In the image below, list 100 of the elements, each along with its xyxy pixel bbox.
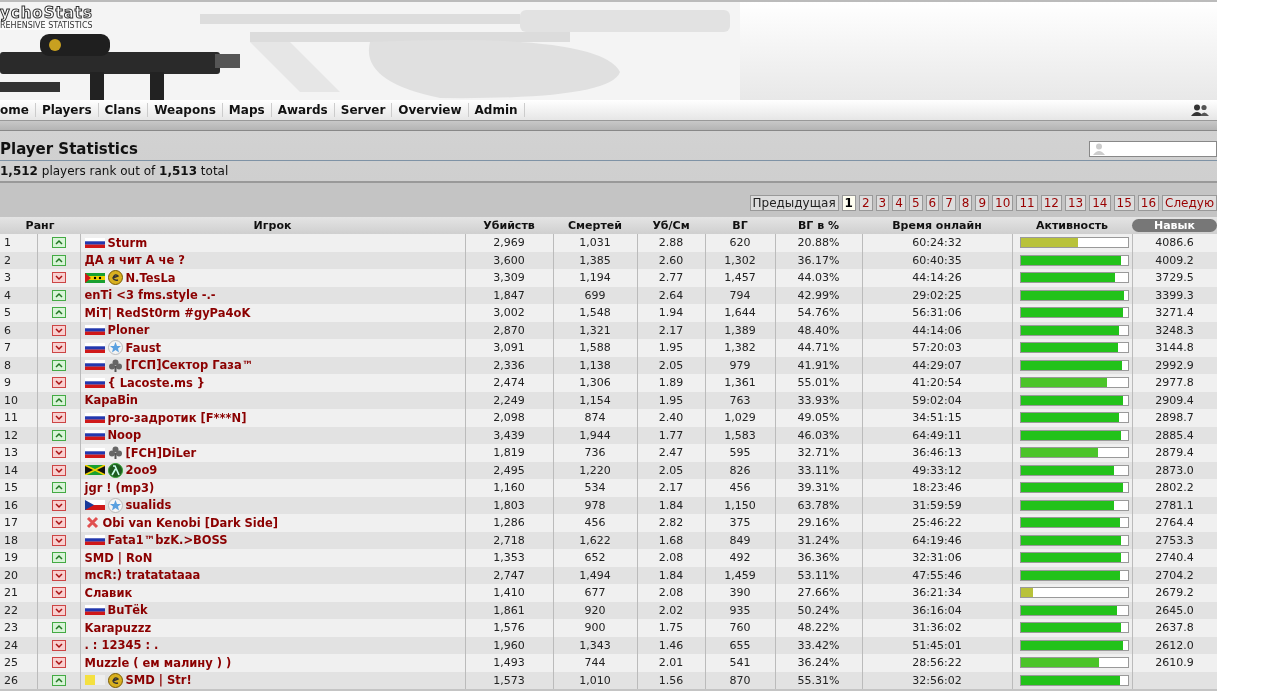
- column-header[interactable]: Активность: [1012, 217, 1132, 234]
- table-cell: 492: [705, 549, 775, 567]
- person-icon: [1093, 143, 1105, 155]
- table-cell: 23: [0, 619, 37, 637]
- column-header[interactable]: Игрок: [80, 217, 465, 234]
- table-cell: 2610.9: [1132, 654, 1217, 672]
- player-link[interactable]: BuTёk: [107, 603, 148, 618]
- flag-icon: [84, 465, 105, 476]
- flag-icon: [84, 535, 105, 546]
- table-cell: 2.08: [637, 584, 705, 602]
- column-header[interactable]: ВГ в %: [775, 217, 862, 234]
- table-cell: 1,382: [705, 339, 775, 357]
- table-cell: 2802.2: [1132, 479, 1217, 497]
- nav-link[interactable]: Maps: [222, 103, 272, 117]
- player-link[interactable]: 2oo9: [125, 463, 158, 478]
- page-button[interactable]: 16: [1137, 195, 1160, 211]
- table-cell: 1.95: [637, 339, 705, 357]
- page-button[interactable]: 12: [1040, 195, 1062, 211]
- page-button[interactable]: 9: [975, 195, 990, 211]
- table-cell: 1.75: [637, 619, 705, 637]
- player-link[interactable]: Noop: [107, 428, 142, 443]
- column-header[interactable]: Смертей: [553, 217, 637, 234]
- table-cell: 49.05%: [775, 409, 862, 427]
- column-header[interactable]: ВГ: [705, 217, 775, 234]
- page-button[interactable]: 4: [892, 195, 906, 211]
- summary-text: 1,512 players rank out of 1,513 total: [0, 163, 230, 180]
- table-cell: 375: [705, 514, 775, 532]
- table-cell: 2879.4: [1132, 444, 1217, 462]
- nav-link[interactable]: Server: [334, 103, 393, 117]
- table-cell: 1,031: [553, 234, 637, 252]
- player-link[interactable]: Ploner: [107, 323, 150, 338]
- player-link[interactable]: jgr ! (mp3): [84, 480, 155, 495]
- table-cell: 652: [553, 549, 637, 567]
- column-header[interactable]: Время онлайн: [862, 217, 1012, 234]
- page-button[interactable]: 2: [858, 195, 873, 211]
- flag-icon: [84, 447, 105, 458]
- nav-link[interactable]: Players: [35, 103, 99, 117]
- player-link[interactable]: Славик: [84, 585, 133, 600]
- player-link[interactable]: [FCH]DiLer: [125, 445, 197, 460]
- table-cell: 1,353: [465, 549, 553, 567]
- page-button[interactable]: 8: [958, 195, 973, 211]
- nav-link[interactable]: Weapons: [148, 103, 223, 117]
- table-cell: 2.08: [637, 549, 705, 567]
- flag-icon: [84, 325, 105, 336]
- table-cell: 2898.7: [1132, 409, 1217, 427]
- table-cell: 36.24%: [775, 654, 862, 672]
- player-link[interactable]: . : 12345 : .: [84, 638, 159, 653]
- page-button[interactable]: 6: [925, 195, 940, 211]
- player-link[interactable]: KapaBin: [84, 393, 139, 408]
- nav-link[interactable]: Overview: [392, 103, 469, 117]
- table-cell: 44.71%: [775, 339, 862, 357]
- page-button[interactable]: 7: [942, 195, 956, 211]
- page-button[interactable]: 11: [1016, 195, 1038, 211]
- search-field[interactable]: [1089, 141, 1217, 157]
- table-cell: 677: [553, 584, 637, 602]
- table-cell: 3,002: [465, 304, 553, 322]
- table-cell: 2.17: [637, 479, 705, 497]
- users-icon[interactable]: [1191, 104, 1209, 116]
- player-link[interactable]: Sturm: [107, 235, 148, 250]
- table-cell: 34:51:15: [862, 409, 1012, 427]
- table-cell: 3,091: [465, 339, 553, 357]
- table-cell: 2,474: [465, 374, 553, 392]
- table-cell: 36:46:13: [862, 444, 1012, 462]
- table-cell: 1,286: [465, 514, 553, 532]
- page-button[interactable]: 5: [908, 195, 923, 211]
- table-cell: 1,644: [705, 304, 775, 322]
- column-header[interactable]: Уб/См: [637, 217, 705, 234]
- player-link[interactable]: sualids: [125, 498, 172, 513]
- player-link[interactable]: Faust: [125, 340, 161, 355]
- table-cell: 41:20:54: [862, 374, 1012, 392]
- player-link[interactable]: Karapuzzz: [84, 620, 152, 635]
- nav-link[interactable]: Admin: [468, 103, 525, 117]
- flag-icon: [84, 272, 105, 283]
- player-link[interactable]: SMD | RoN: [84, 550, 153, 565]
- table-cell: 39.31%: [775, 479, 862, 497]
- page-button[interactable]: 10: [992, 195, 1014, 211]
- page-button[interactable]: 3: [875, 195, 890, 211]
- next-button[interactable]: Следую: [1162, 195, 1217, 211]
- player-link[interactable]: SMD | Str!: [125, 673, 192, 688]
- table-cell: 15: [0, 479, 37, 497]
- nav-link[interactable]: Clans: [98, 103, 149, 117]
- nav-link[interactable]: Awards: [271, 103, 335, 117]
- previous-button[interactable]: Предыдущая: [749, 195, 839, 211]
- player-link[interactable]: N.TesLa: [125, 270, 176, 285]
- column-header[interactable]: Навык: [1132, 219, 1217, 232]
- column-header[interactable]: Ранг: [0, 217, 80, 234]
- table-cell: 36:21:34: [862, 584, 1012, 602]
- table-cell: 27.66%: [775, 584, 862, 602]
- table-cell: 19: [0, 549, 37, 567]
- column-header[interactable]: Убийств: [465, 217, 553, 234]
- table-cell: 48.22%: [775, 619, 862, 637]
- page-button[interactable]: 14: [1089, 195, 1111, 211]
- nav-link[interactable]: ome: [0, 103, 36, 117]
- flag-icon: [84, 500, 105, 511]
- table-cell: 620: [705, 234, 775, 252]
- page-button[interactable]: 1: [841, 195, 856, 211]
- table-cell: 17: [0, 514, 37, 532]
- page-button[interactable]: 15: [1113, 195, 1135, 211]
- page-button[interactable]: 13: [1064, 195, 1087, 211]
- table-cell: 7: [0, 339, 37, 357]
